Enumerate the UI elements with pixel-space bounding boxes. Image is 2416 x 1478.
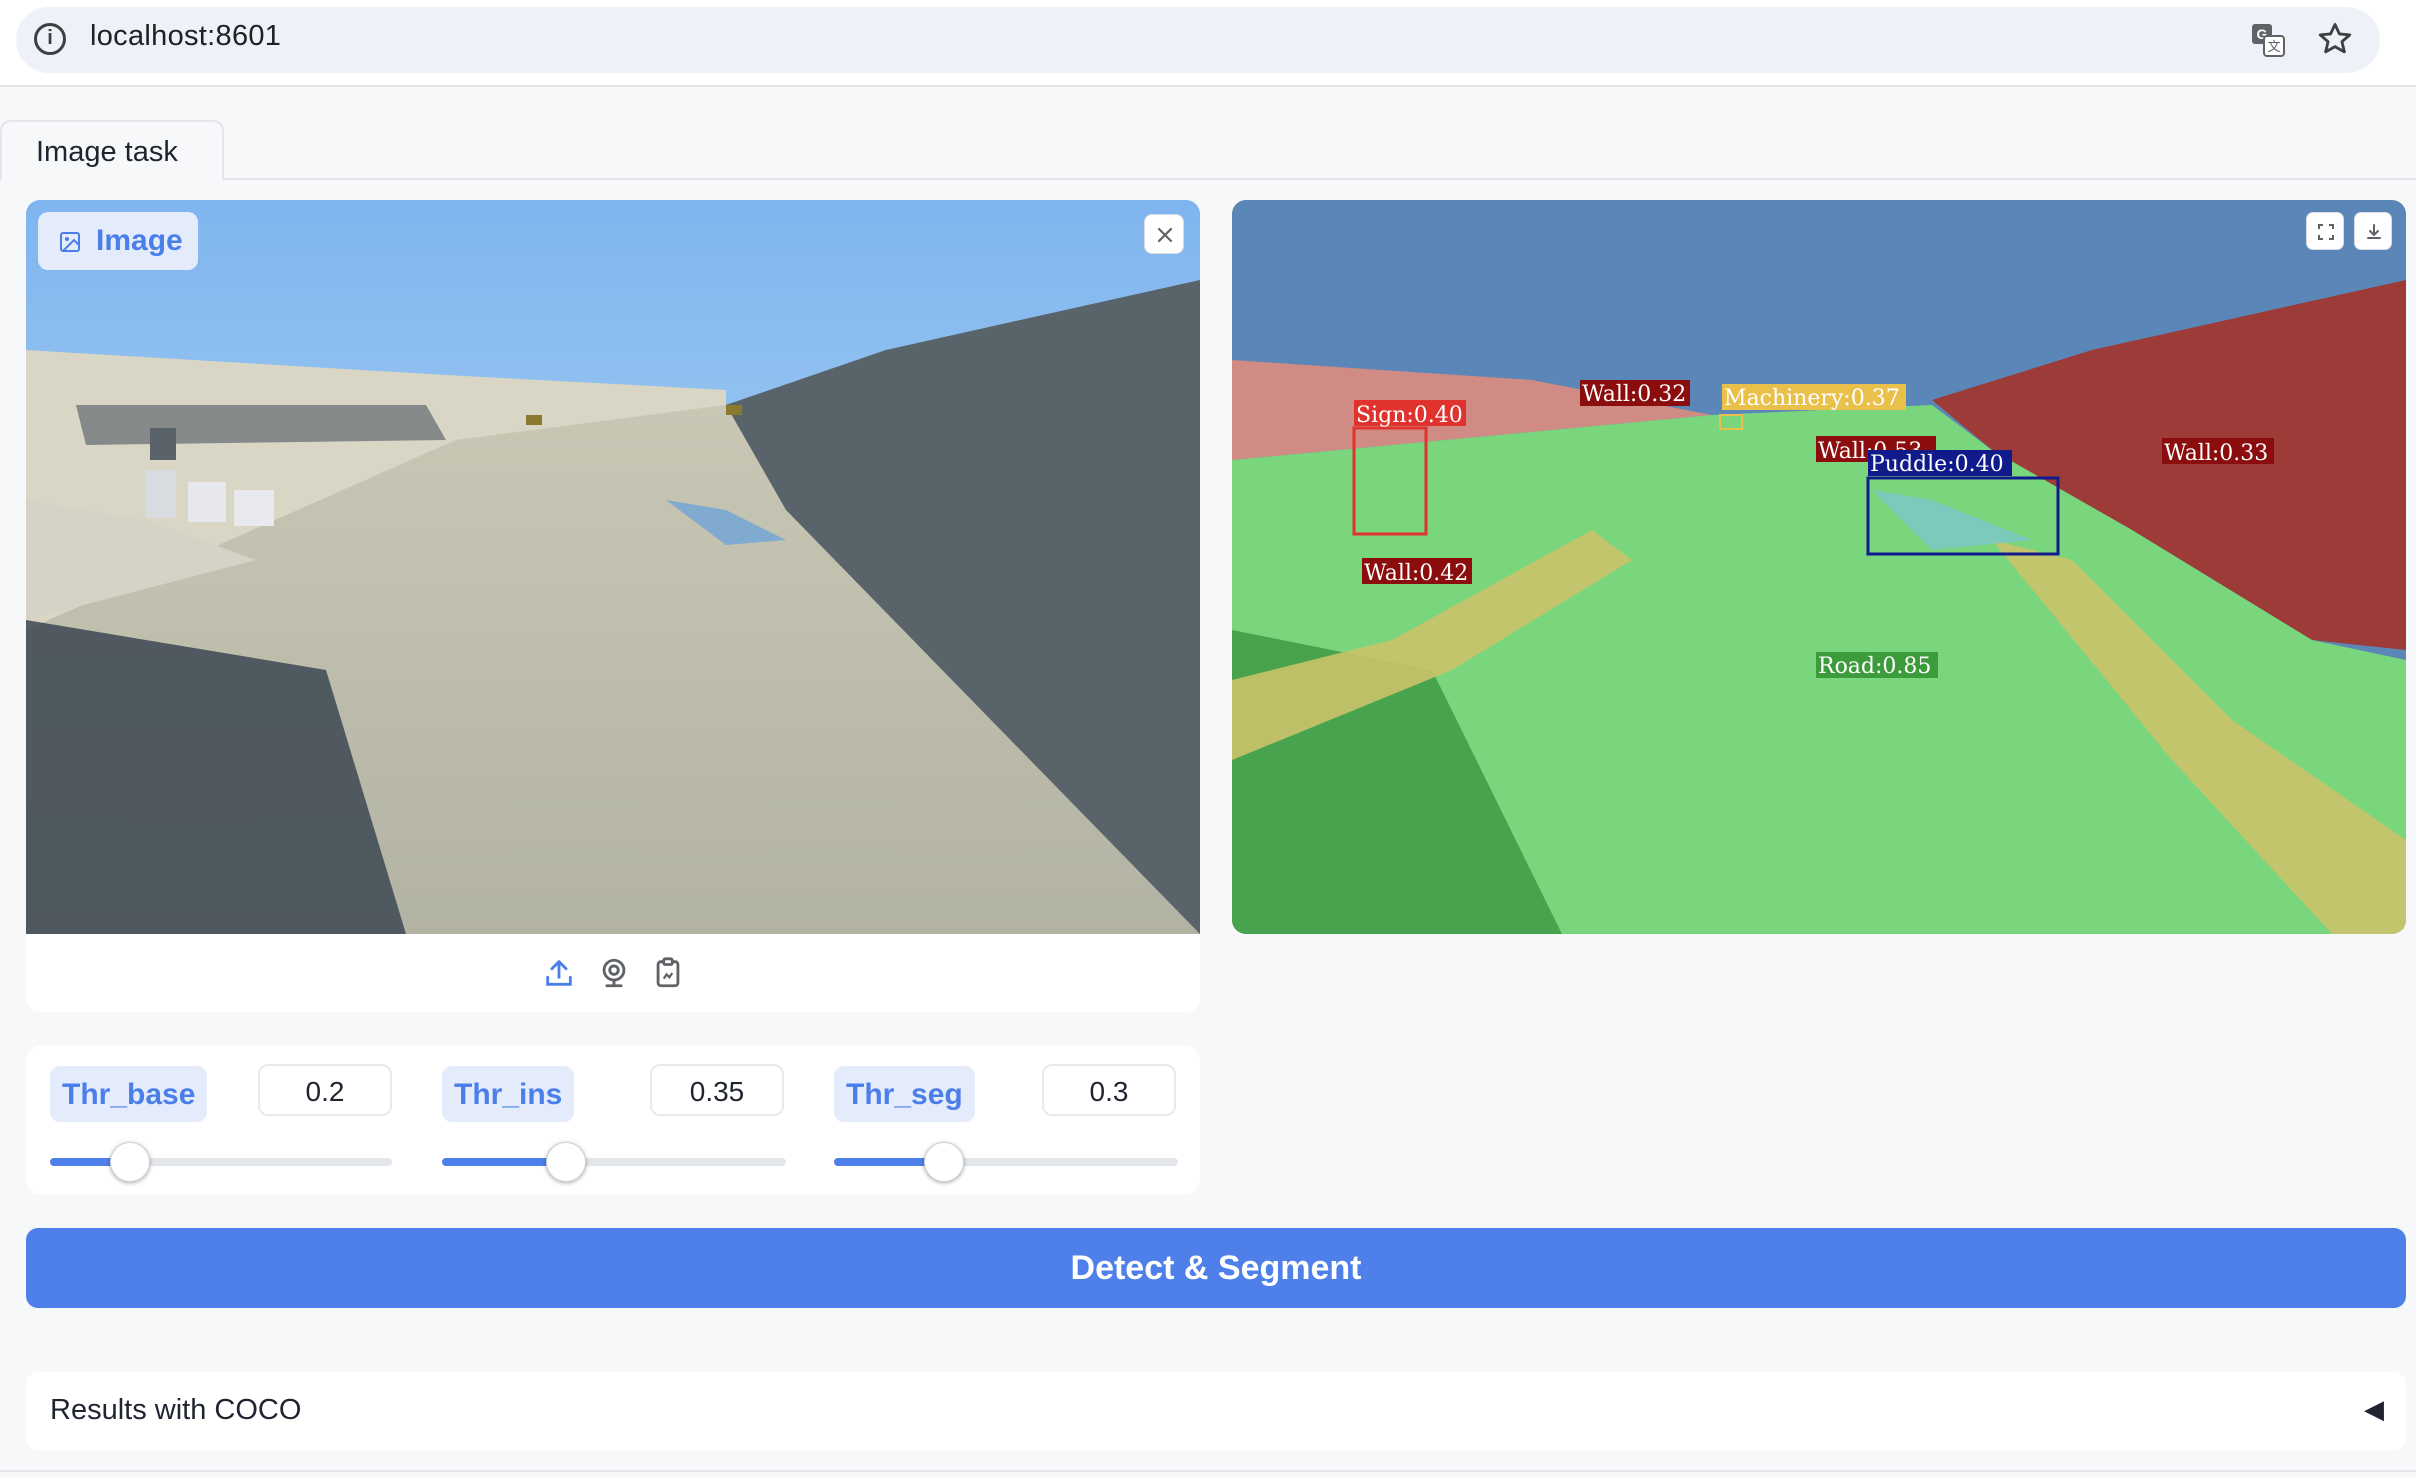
image-source-toolbar	[26, 934, 1200, 1012]
detection-label: Wall:0.33	[2162, 438, 2274, 466]
clear-image-button[interactable]	[1144, 214, 1184, 254]
thr-ins-slider-thumb[interactable]	[546, 1142, 586, 1182]
tab-image-task[interactable]: Image task	[0, 120, 224, 180]
bookmark-star-icon[interactable]	[2316, 20, 2354, 58]
detect-segment-button[interactable]: Detect & Segment	[26, 1228, 2406, 1308]
collapse-arrow-icon[interactable]: ◀	[2364, 1394, 2384, 1425]
thr-ins-label: Thr_ins	[442, 1066, 575, 1122]
thr-base-label: Thr_base	[50, 1066, 208, 1122]
close-icon	[1157, 227, 1173, 243]
download-icon	[2367, 224, 2381, 239]
detection-label-text: Road:0.85	[1818, 654, 1931, 679]
detection-label: Wall:0.32	[1580, 380, 1690, 407]
thr-seg-label: Thr_seg	[834, 1066, 975, 1122]
detection-label: Puddle:0.40	[1868, 450, 2012, 477]
tab-strip-divider	[0, 178, 2416, 180]
address-bar[interactable]	[16, 7, 2380, 73]
paste-clipboard-icon[interactable]	[651, 956, 685, 990]
detection-label: Road:0.85	[1816, 652, 1938, 679]
fullscreen-button[interactable]	[2306, 212, 2344, 250]
segmentation-output-image: Sign:0.40 Wall:0.32 Machinery:0.37 Wall:…	[1232, 200, 2406, 934]
detection-label-text: Wall:0.42	[1364, 561, 1468, 586]
results-accordion[interactable]: Results with COCO ◀	[26, 1372, 2406, 1450]
translate-icon[interactable]: G 文	[2250, 22, 2286, 58]
detection-label: Machinery:0.37	[1722, 384, 1906, 411]
tab-label: Image task	[36, 136, 178, 168]
input-image-panel: Image	[26, 200, 1200, 1012]
input-image	[26, 200, 1200, 934]
accordion-label: Results with COCO	[50, 1394, 302, 1426]
site-info-icon[interactable]: i	[34, 23, 66, 55]
upload-icon[interactable]	[542, 956, 576, 990]
fullscreen-icon	[2318, 224, 2334, 240]
image-input-badge: Image	[38, 212, 198, 270]
detection-label-text: Wall:0.33	[2164, 441, 2268, 466]
threshold-controls: Thr_base 0.2 Thr_ins 0.35 Thr_seg 0.3	[26, 1046, 1200, 1194]
browser-toolbar: i localhost:8601 G 文	[0, 0, 2416, 87]
webcam-icon[interactable]	[597, 956, 631, 990]
detection-label-text: Sign:0.40	[1356, 403, 1463, 428]
thr-seg-value-input[interactable]: 0.3	[1042, 1064, 1176, 1116]
detection-label-text: Wall:0.32	[1582, 382, 1686, 407]
page-bottom-divider	[0, 1470, 2416, 1472]
thr-base-slider-thumb[interactable]	[110, 1142, 150, 1182]
thr-base-value-input[interactable]: 0.2	[258, 1064, 392, 1116]
download-button[interactable]	[2354, 212, 2392, 250]
thr-seg-slider-thumb[interactable]	[924, 1142, 964, 1182]
thr-ins-value-input[interactable]: 0.35	[650, 1064, 784, 1116]
image-icon	[60, 232, 80, 252]
detection-label: Wall:0.42	[1362, 558, 1472, 586]
detection-label-text: Puddle:0.40	[1870, 452, 2004, 477]
detection-label-text: Machinery:0.37	[1724, 386, 1900, 411]
output-image-panel: Sign:0.40 Wall:0.32 Machinery:0.37 Wall:…	[1232, 200, 2406, 934]
image-badge-label: Image	[96, 224, 183, 257]
svg-text:文: 文	[2267, 40, 2280, 55]
detection-label: Sign:0.40	[1354, 400, 1466, 428]
url-text[interactable]: localhost:8601	[90, 20, 281, 53]
